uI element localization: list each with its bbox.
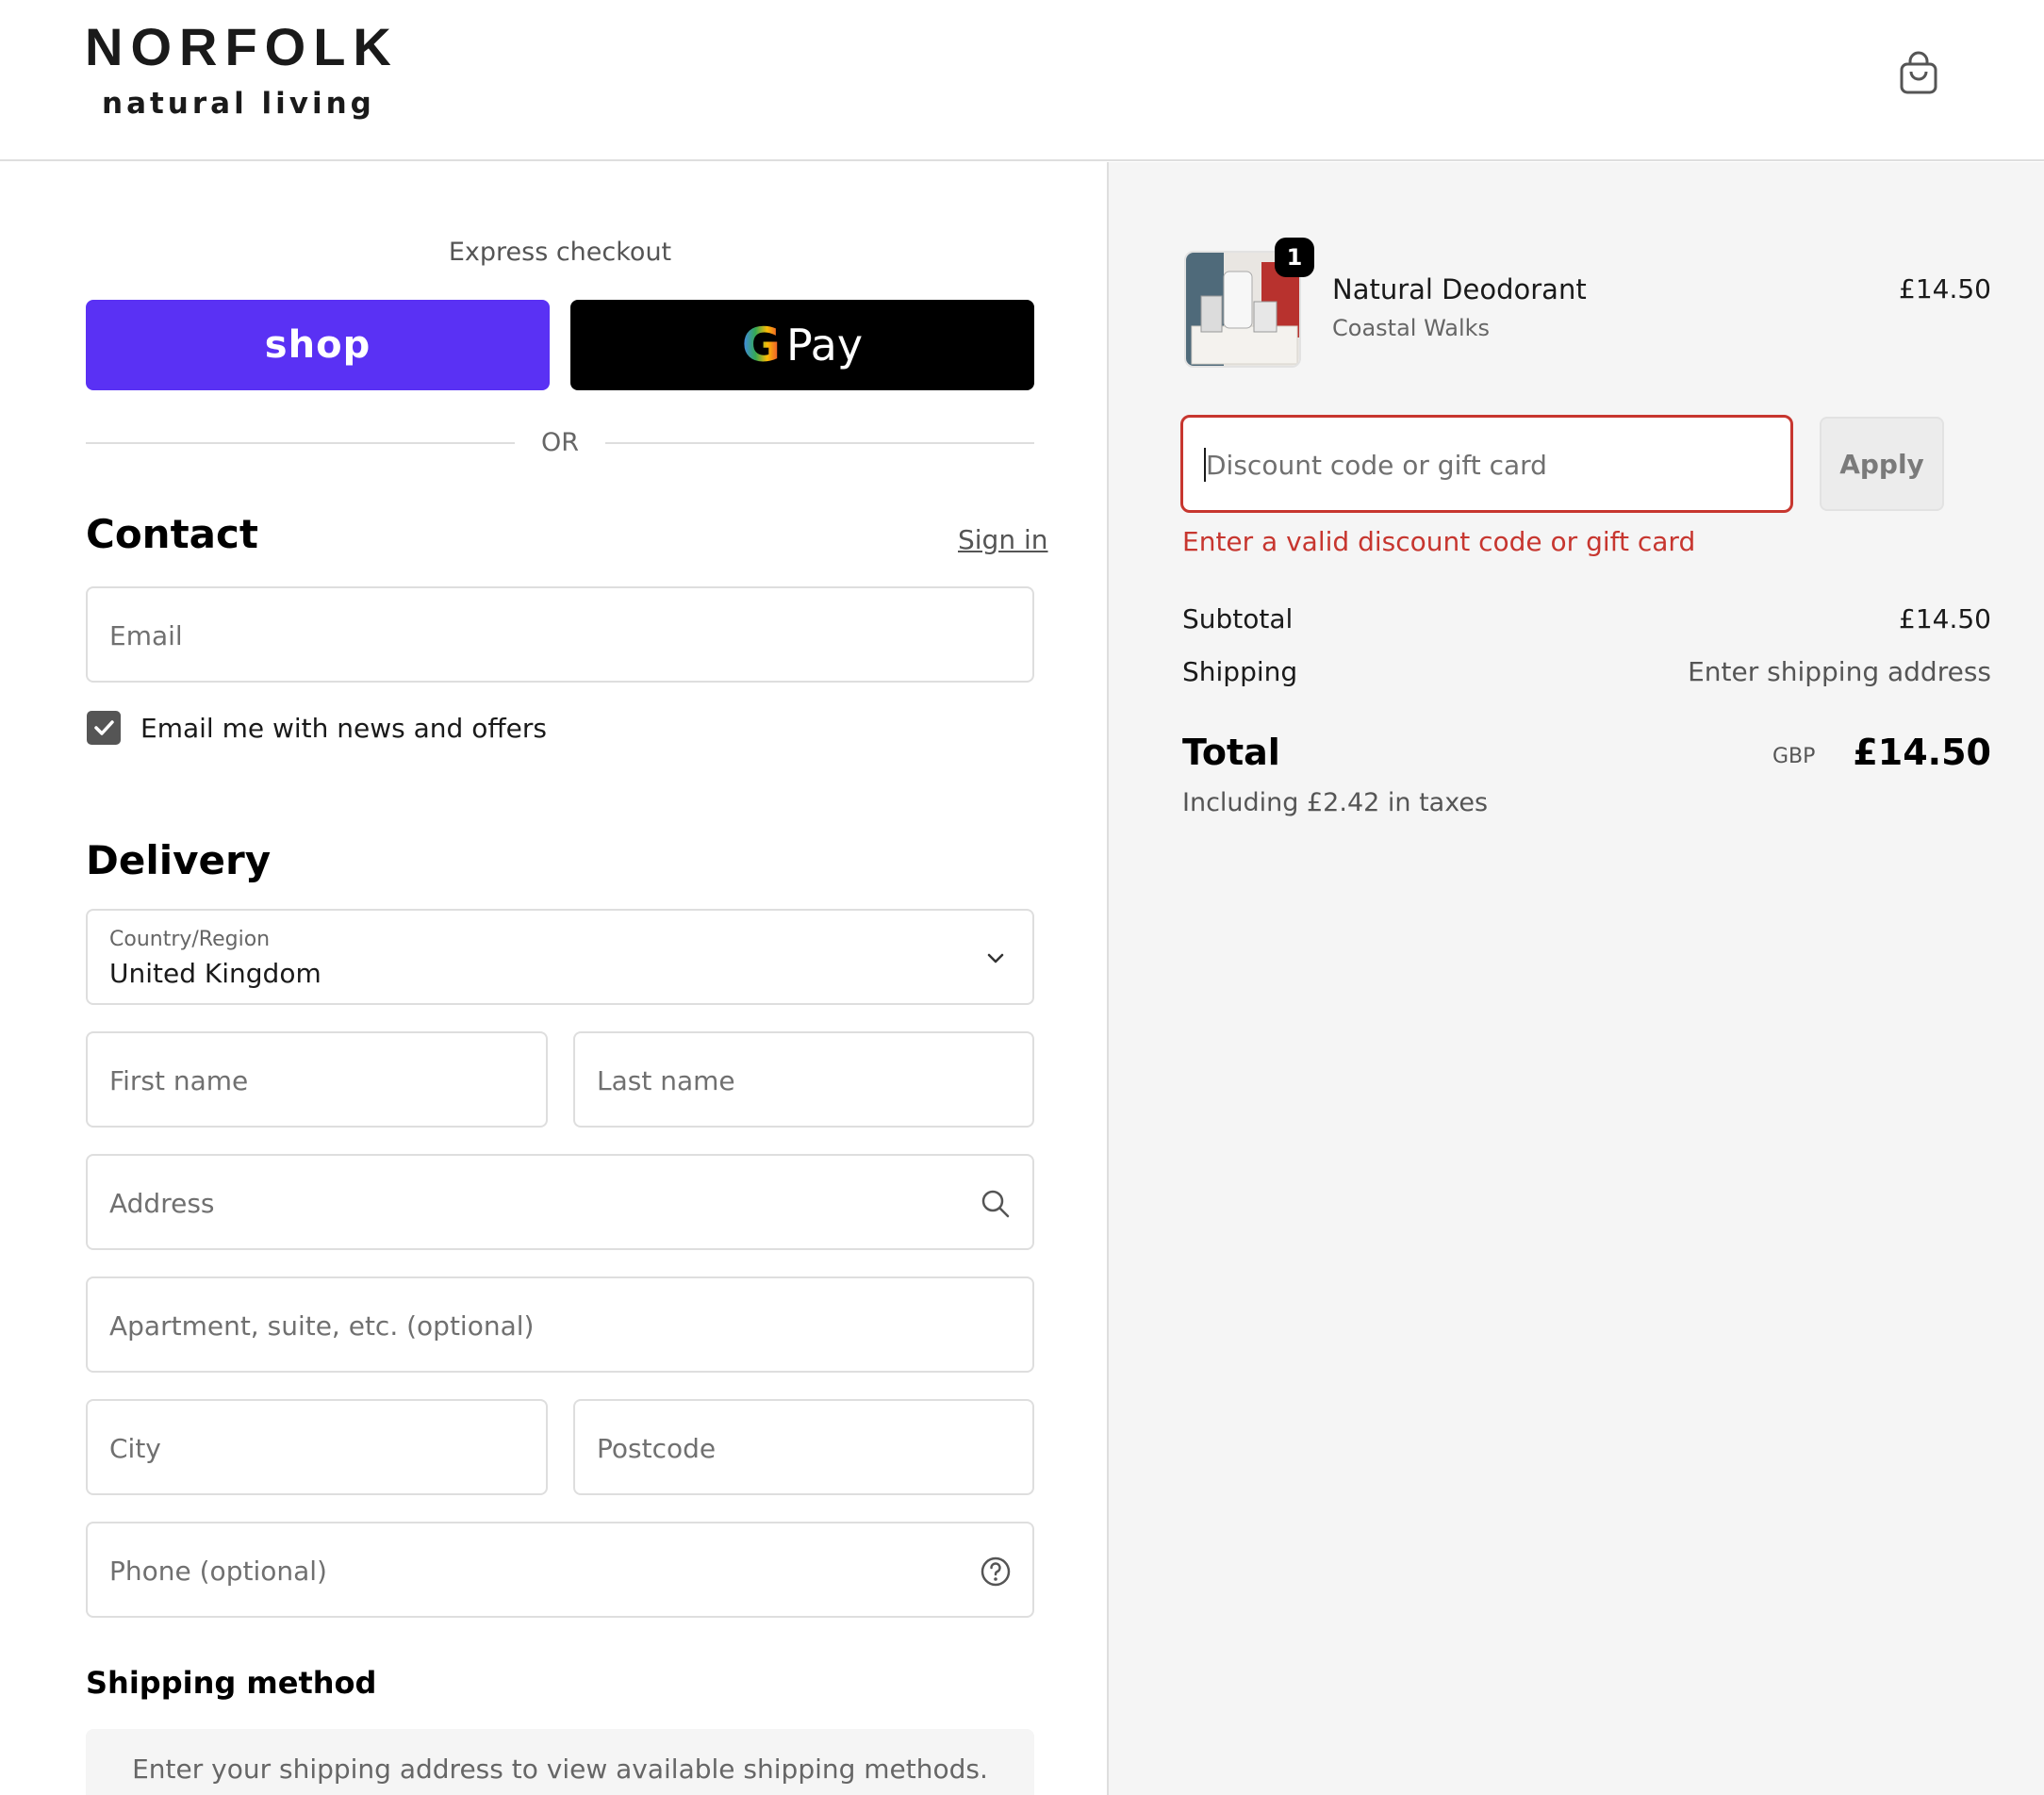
quantity-badge: 1 <box>1275 238 1314 277</box>
chevron-down-icon <box>980 943 1012 975</box>
shipping-method-notice: Enter your shipping address to view avai… <box>86 1729 1034 1795</box>
google-pay-label: Pay <box>785 320 864 371</box>
subtotal-value: £14.50 <box>1899 603 1991 634</box>
last-name-placeholder: Last name <box>597 1065 735 1096</box>
newsletter-checkbox[interactable] <box>87 711 121 745</box>
shipping-method-notice-text: Enter your shipping address to view avai… <box>132 1754 988 1785</box>
first-name-placeholder: First name <box>109 1065 249 1096</box>
phone-field[interactable]: Phone (optional) <box>86 1522 1034 1618</box>
last-name-field[interactable]: Last name <box>573 1031 1034 1128</box>
divider-line-left <box>86 442 515 444</box>
order-summary: 1 Natural Deodorant Coastal Walks £14.50… <box>1107 162 2044 1795</box>
discount-code-input[interactable]: Discount code or gift card <box>1180 415 1793 513</box>
shipping-row: Shipping Enter shipping address <box>1182 656 1991 694</box>
discount-placeholder: Discount code or gift card <box>1206 450 1547 481</box>
total-value: £14.50 <box>1853 732 1991 773</box>
product-price: £14.50 <box>1899 273 1991 305</box>
logo-sub-text: natural living <box>102 87 375 121</box>
sign-in-link[interactable]: Sign in <box>958 524 1048 555</box>
apply-discount-button[interactable]: Apply <box>1820 417 1944 511</box>
search-icon[interactable] <box>980 1188 1012 1220</box>
total-label: Total <box>1182 732 1280 773</box>
store-logo[interactable]: NORFOLK natural living <box>85 17 399 122</box>
apply-label: Apply <box>1839 448 1924 480</box>
city-field[interactable]: City <box>86 1399 548 1495</box>
help-circle-icon[interactable] <box>980 1556 1012 1588</box>
or-label: OR <box>540 428 579 457</box>
apartment-field[interactable]: Apartment, suite, etc. (optional) <box>86 1276 1034 1373</box>
logo-main-text: NORFOLK <box>85 17 399 76</box>
shopping-bag-icon[interactable] <box>1897 51 1940 96</box>
product-name: Natural Deodorant <box>1332 273 1587 305</box>
city-placeholder: City <box>109 1433 161 1464</box>
subtotal-label: Subtotal <box>1182 603 1294 634</box>
newsletter-label: Email me with news and offers <box>140 713 547 744</box>
contact-title: Contact <box>86 511 258 557</box>
checkmark-icon <box>94 720 114 735</box>
first-name-field[interactable]: First name <box>86 1031 548 1128</box>
postcode-placeholder: Postcode <box>597 1433 717 1464</box>
checkout-form: Express checkout shop G Pay OR Contact S… <box>0 162 1107 1795</box>
shipping-label: Shipping <box>1182 656 1298 687</box>
country-label: Country/Region <box>109 928 271 951</box>
google-g-icon: G <box>741 318 781 372</box>
address-field[interactable]: Address <box>86 1154 1034 1250</box>
address-placeholder: Address <box>109 1188 215 1219</box>
express-checkout-title: Express checkout <box>448 238 672 267</box>
or-divider: OR <box>86 428 1034 457</box>
country-value: United Kingdom <box>109 958 321 989</box>
shop-pay-button[interactable]: shop <box>86 300 550 390</box>
phone-placeholder: Phone (optional) <box>109 1556 327 1587</box>
shop-pay-label: shop <box>264 323 371 367</box>
email-field[interactable]: Email <box>86 586 1034 683</box>
postcode-field[interactable]: Postcode <box>573 1399 1034 1495</box>
currency-code: GBP <box>1772 745 1816 768</box>
subtotal-row: Subtotal £14.50 <box>1182 603 1991 641</box>
email-placeholder: Email <box>109 620 183 651</box>
product-variant: Coastal Walks <box>1332 315 1491 341</box>
delivery-title: Delivery <box>86 837 272 883</box>
discount-error-message: Enter a valid discount code or gift card <box>1182 526 1696 557</box>
country-select[interactable]: Country/Region United Kingdom <box>86 909 1034 1005</box>
google-pay-button[interactable]: G Pay <box>570 300 1034 390</box>
shipping-method-title: Shipping method <box>86 1665 377 1701</box>
divider-line-right <box>605 442 1034 444</box>
apartment-placeholder: Apartment, suite, etc. (optional) <box>109 1310 535 1342</box>
checkout-header: NORFOLK natural living <box>0 0 2044 161</box>
shipping-value: Enter shipping address <box>1688 656 1991 687</box>
tax-note: Including £2.42 in taxes <box>1182 788 1489 817</box>
